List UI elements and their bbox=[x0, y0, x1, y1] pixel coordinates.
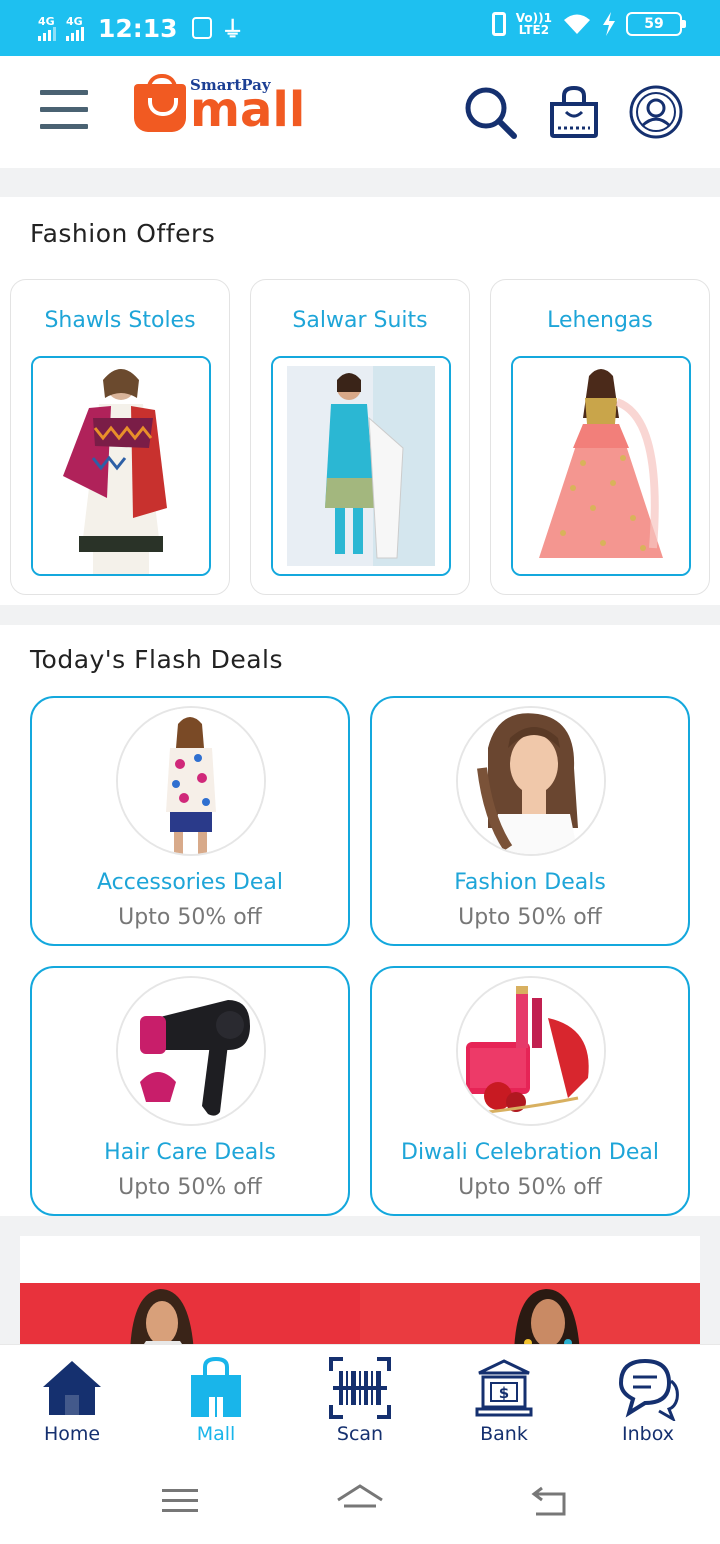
signal-2-icon: 4G bbox=[66, 16, 84, 41]
bottom-navigation: Home Mall Scan $ Bank Inbox bbox=[0, 1344, 720, 1456]
deal-name: Fashion Deals bbox=[454, 870, 606, 895]
lte-label: LTE2 bbox=[518, 23, 550, 37]
lehenga-product-image bbox=[511, 356, 691, 576]
app-header: SmartPay mall bbox=[0, 56, 720, 168]
nav-label: Bank bbox=[480, 1423, 528, 1445]
offer-card-salwar[interactable]: Salwar Suits bbox=[250, 279, 470, 595]
search-icon[interactable] bbox=[462, 84, 518, 140]
status-right: Vo))1 LTE2 59 bbox=[491, 12, 686, 36]
clock: 12:13 bbox=[98, 13, 178, 43]
offer-card-lehengas[interactable]: Lehengas bbox=[490, 279, 710, 595]
volte-indicator: Vo))1 LTE2 bbox=[516, 12, 552, 36]
profile-icon[interactable] bbox=[628, 84, 684, 140]
chat-icon bbox=[618, 1358, 679, 1421]
fashion-deal-image bbox=[456, 706, 606, 856]
data-saver-icon bbox=[191, 17, 212, 39]
deal-discount: Upto 50% off bbox=[118, 1175, 262, 1200]
status-bar: 4G 4G 12:13 ⏚ Vo))1 LTE2 59 bbox=[0, 0, 720, 56]
smartpay-mall-logo[interactable]: SmartPay mall bbox=[134, 74, 324, 140]
offer-card-shawls[interactable]: Shawls Stoles bbox=[10, 279, 230, 595]
offer-label: Shawls Stoles bbox=[44, 308, 196, 333]
home-button-icon[interactable] bbox=[336, 1484, 384, 1518]
deal-card-haircare[interactable]: Hair Care Deals Upto 50% off bbox=[30, 966, 350, 1216]
shawl-product-image bbox=[31, 356, 211, 576]
logo-mall-text: mall bbox=[190, 82, 306, 138]
nav-label: Inbox bbox=[622, 1423, 674, 1445]
nav-label: Mall bbox=[196, 1423, 236, 1445]
nav-label: Home bbox=[43, 1423, 101, 1445]
wifi-icon bbox=[564, 14, 590, 34]
offer-label: Salwar Suits bbox=[292, 308, 428, 333]
flash-deals-section: Today's Flash Deals Accessories Deal Upt… bbox=[0, 625, 720, 1216]
nav-mall[interactable]: Mall bbox=[156, 1355, 276, 1445]
mall-bag-icon bbox=[191, 1356, 241, 1417]
shopping-bag-icon[interactable] bbox=[546, 84, 602, 140]
svg-text:$: $ bbox=[499, 1384, 509, 1402]
banner-image bbox=[20, 1283, 700, 1346]
deal-card-diwali[interactable]: Diwali Celebration Deal Upto 50% off bbox=[370, 966, 690, 1216]
nav-label: Scan bbox=[336, 1423, 384, 1445]
battery-icon: 59 bbox=[626, 12, 686, 36]
charging-icon bbox=[603, 12, 615, 36]
back-button-icon[interactable] bbox=[530, 1486, 568, 1516]
deal-name: Accessories Deal bbox=[97, 870, 283, 895]
accessories-deal-image bbox=[116, 706, 266, 856]
nav-bank[interactable]: $ Bank bbox=[444, 1355, 564, 1445]
app-screen: 4G 4G 12:13 ⏚ Vo))1 LTE2 59 SmartPay mal… bbox=[0, 0, 720, 1544]
deal-discount: Upto 50% off bbox=[118, 905, 262, 930]
nav-inbox[interactable]: Inbox bbox=[588, 1355, 708, 1445]
signal-1-icon: 4G bbox=[38, 16, 56, 41]
menu-icon[interactable] bbox=[40, 90, 88, 130]
barcode-scan-icon bbox=[329, 1357, 391, 1419]
deal-card-fashion[interactable]: Fashion Deals Upto 50% off bbox=[370, 696, 690, 946]
deal-name: Hair Care Deals bbox=[104, 1140, 276, 1165]
network-type-1: 4G bbox=[38, 14, 55, 28]
fashion-offers-section: Fashion Offers Shawls Stoles Salwar Suit… bbox=[0, 197, 720, 605]
nav-home[interactable]: Home bbox=[12, 1355, 132, 1445]
deal-card-accessories[interactable]: Accessories Deal Upto 50% off bbox=[30, 696, 350, 946]
deal-discount: Upto 50% off bbox=[458, 1175, 602, 1200]
vibrate-icon bbox=[491, 12, 506, 36]
home-icon bbox=[43, 1361, 101, 1415]
hair-dryer-image bbox=[116, 976, 266, 1126]
deal-name: Diwali Celebration Deal bbox=[401, 1140, 659, 1165]
status-left: 4G 4G 12:13 ⏚ bbox=[38, 12, 244, 44]
nav-scan[interactable]: Scan bbox=[300, 1355, 420, 1445]
logo-bag-icon bbox=[134, 74, 186, 132]
section-title: Today's Flash Deals bbox=[30, 645, 284, 674]
salwar-product-image bbox=[271, 356, 451, 576]
section-title: Fashion Offers bbox=[30, 219, 216, 248]
deal-discount: Upto 50% off bbox=[458, 905, 602, 930]
promo-banner[interactable] bbox=[20, 1236, 700, 1346]
usb-icon: ⏚ bbox=[221, 18, 244, 43]
system-navigation-bar bbox=[0, 1456, 720, 1544]
diwali-deal-image bbox=[456, 976, 606, 1126]
network-type-2: 4G bbox=[66, 14, 83, 28]
offer-label: Lehengas bbox=[547, 308, 653, 333]
bank-icon: $ bbox=[475, 1359, 533, 1417]
recent-apps-icon[interactable] bbox=[162, 1488, 198, 1514]
